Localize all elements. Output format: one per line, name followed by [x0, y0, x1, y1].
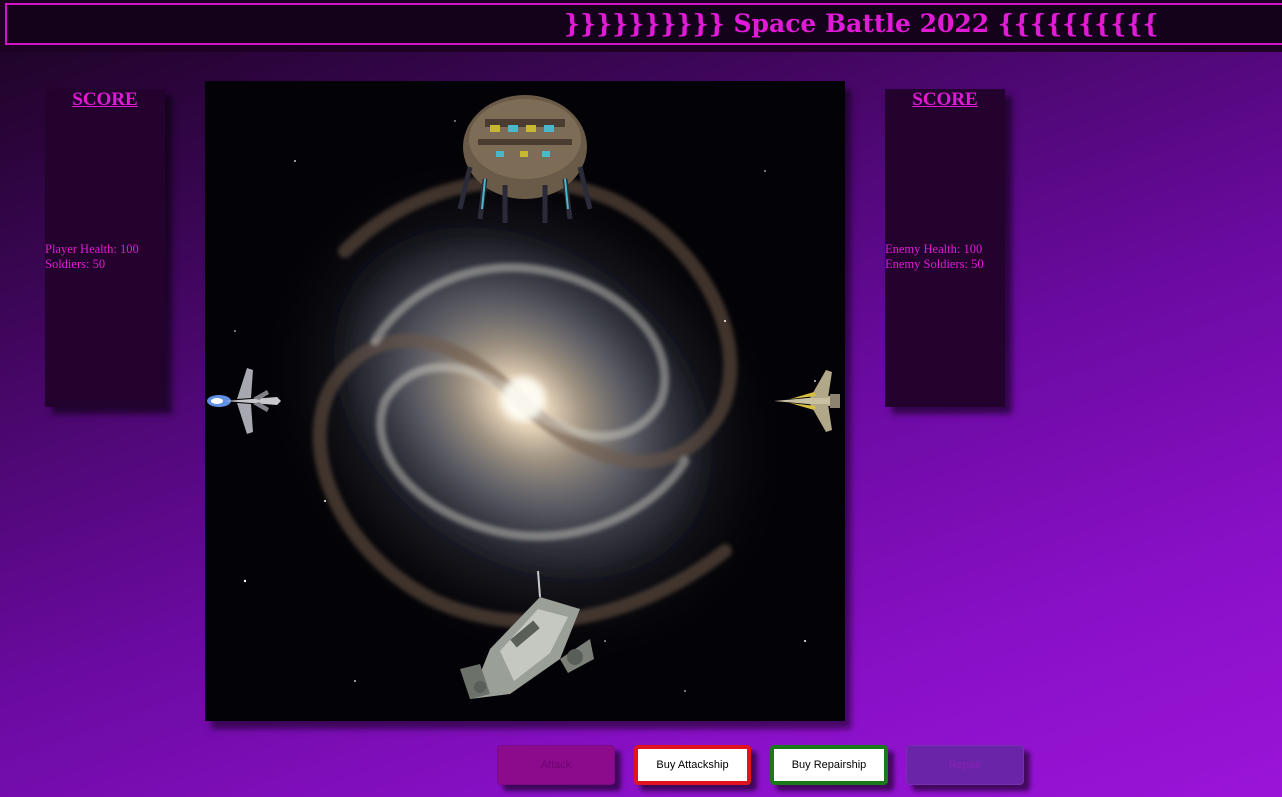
player-health: Player Health: 100 [45, 242, 139, 256]
game-canvas[interactable] [205, 81, 845, 721]
enemy-score-panel: SCORE Enemy Health: 100 Enemy Soldiers: … [885, 89, 1005, 407]
buy-attackship-button[interactable]: Buy Attackship [634, 745, 751, 785]
enemy-soldiers: Enemy Soldiers: 50 [885, 257, 984, 271]
player-soldiers: Soldiers: 50 [45, 257, 106, 271]
repair-button[interactable]: Repair [906, 745, 1024, 785]
header-bar: }}}}}}}}}} Space Battle 2022 {{{{{{{{{{ [0, 0, 1282, 52]
buy-repairship-button[interactable]: Buy Repairship [770, 745, 888, 785]
enemy-stats: Enemy Health: 100 Enemy Soldiers: 50 [885, 242, 984, 272]
page-title: }}}}}}}}}} Space Battle 2022 {{{{{{{{{{ [564, 9, 1159, 38]
attack-button[interactable]: Attack [497, 745, 615, 785]
player-score-title: SCORE [72, 89, 138, 110]
player-fighter-sprite [207, 368, 281, 434]
enemy-health: Enemy Health: 100 [885, 242, 983, 256]
player-score-panel: SCORE Player Health: 100 Soldiers: 50 [45, 89, 165, 407]
enemy-mothership-sprite [457, 95, 593, 223]
player-stats: Player Health: 100 Soldiers: 50 [45, 242, 139, 272]
player-cruiser-sprite [460, 570, 594, 699]
enemy-fighter-sprite [774, 370, 840, 432]
enemy-score-title: SCORE [912, 89, 978, 110]
